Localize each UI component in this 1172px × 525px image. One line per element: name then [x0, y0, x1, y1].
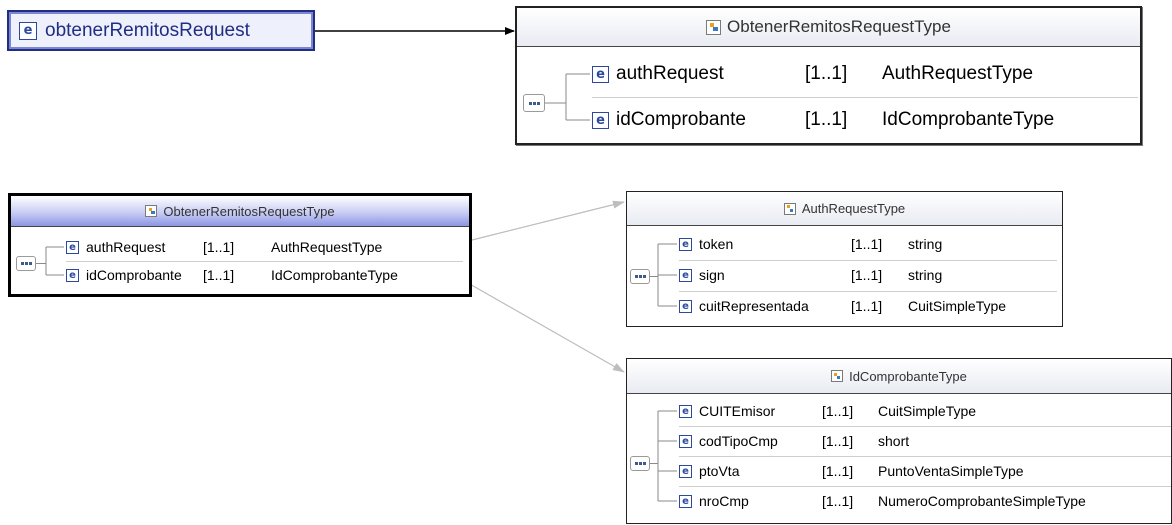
complex-type-icon — [706, 19, 722, 35]
sequence-tree-lines — [650, 243, 677, 307]
main-type-box[interactable]: ObtenerRemitosRequestType e authRequest [1.… — [515, 6, 1142, 145]
element-icon: e — [66, 268, 79, 282]
root-element-label: obtenerRemitosRequest — [45, 19, 250, 41]
element-name: authRequest — [86, 239, 166, 255]
type-header: IdComprobanteType — [627, 359, 1171, 394]
element-type: string — [908, 267, 943, 283]
cardinality: [1..1] — [851, 267, 883, 283]
element-icon: e — [592, 65, 609, 83]
element-type: IdComprobanteType — [882, 109, 1055, 130]
cardinality: [1..1] — [203, 267, 235, 283]
element-name: codTipoCmp — [699, 433, 778, 449]
type-title: ObtenerRemitosRequestType — [163, 203, 335, 219]
element-row[interactable]: e authRequest [1..1] AuthRequestType — [66, 233, 465, 261]
auth-type-box[interactable]: AuthRequestType e token [1..1] string e sign [1… — [626, 191, 1063, 327]
cardinality: [1..1] — [805, 63, 848, 84]
sequence-tree-lines — [650, 410, 677, 502]
sequence-tree-lines — [545, 73, 590, 121]
element-row[interactable]: e nroCmp [1..1] NumeroComprobanteSimpleType — [679, 486, 1167, 516]
cardinality: [1..1] — [805, 109, 848, 130]
element-row[interactable]: e cuitRepresentada [1..1] CuitSimpleType — [679, 291, 1058, 322]
element-type: AuthRequestType — [882, 63, 1034, 84]
type-title: IdComprobanteType — [849, 368, 967, 384]
cardinality: [1..1] — [822, 403, 854, 419]
element-type: short — [878, 433, 910, 449]
type-title: ObtenerRemitosRequestType — [727, 17, 951, 36]
element-type: PuntoVentaSimpleType — [878, 463, 1024, 479]
type-header: ObtenerRemitosRequestType — [11, 196, 469, 227]
sequence-tree-lines — [36, 246, 64, 276]
element-type: NumeroComprobanteSimpleType — [878, 493, 1086, 509]
element-name: idComprobante — [86, 267, 182, 283]
type-header: ObtenerRemitosRequestType — [517, 8, 1140, 47]
element-type: IdComprobanteType — [271, 267, 398, 283]
element-icon: e — [679, 268, 692, 282]
element-name: authRequest — [616, 63, 724, 84]
root-element-box[interactable]: e obtenerRemitosRequest — [7, 10, 315, 51]
element-type: CuitSimpleType — [878, 403, 977, 419]
element-row[interactable]: e ptoVta [1..1] PuntoVentaSimpleType — [679, 456, 1167, 486]
element-icon: e — [679, 404, 692, 418]
cardinality: [1..1] — [822, 433, 854, 449]
element-name: CUITEmisor — [699, 403, 776, 419]
id-comprobante-connector — [467, 282, 625, 373]
cardinality: [1..1] — [851, 298, 883, 314]
complex-type-icon — [783, 202, 796, 215]
element-row[interactable]: e idComprobante [1..1] IdComprobanteType — [66, 261, 465, 289]
element-icon: e — [679, 464, 692, 478]
complex-type-icon — [831, 370, 844, 382]
element-icon: e — [679, 494, 692, 508]
element-type: AuthRequestType — [271, 239, 383, 255]
cardinality: [1..1] — [203, 239, 235, 255]
element-name: cuitRepresentada — [699, 298, 809, 314]
cardinality: [1..1] — [851, 236, 883, 252]
complex-type-icon — [145, 205, 158, 217]
element-row[interactable]: e CUITEmisor [1..1] CuitSimpleType — [679, 396, 1167, 426]
element-type: CuitSimpleType — [908, 298, 1007, 314]
element-row[interactable]: e authRequest [1..1] AuthRequestType — [592, 51, 1136, 97]
auth-request-connector — [467, 200, 625, 242]
idcomp-type-box[interactable]: IdComprobanteType e CUITEmisor [1..1] CuitSi… — [626, 358, 1172, 524]
element-row[interactable]: e codTipoCmp [1..1] short — [679, 426, 1167, 456]
cardinality: [1..1] — [822, 463, 854, 479]
element-row[interactable]: e idComprobante [1..1] IdComprobanteType — [592, 97, 1136, 143]
element-icon: e — [679, 434, 692, 448]
type-header: AuthRequestType — [627, 192, 1062, 226]
element-icon: e — [19, 21, 37, 40]
element-icon: e — [679, 237, 692, 251]
element-name: sign — [699, 267, 725, 283]
element-icon: e — [679, 299, 692, 313]
element-icon: e — [592, 111, 609, 129]
element-name: nroCmp — [699, 493, 749, 509]
element-row[interactable]: e token [1..1] string — [679, 229, 1058, 260]
element-name: ptoVta — [699, 463, 740, 479]
element-icon: e — [66, 240, 79, 254]
element-name: token — [699, 236, 734, 252]
main_small-type-box[interactable]: ObtenerRemitosRequestType e authRequest [1.… — [8, 193, 472, 297]
type-title: AuthRequestType — [801, 201, 906, 216]
element-row[interactable]: e sign [1..1] string — [679, 260, 1058, 291]
element-name: idComprobante — [616, 109, 746, 130]
cardinality: [1..1] — [822, 493, 854, 509]
element-type: string — [908, 236, 943, 252]
